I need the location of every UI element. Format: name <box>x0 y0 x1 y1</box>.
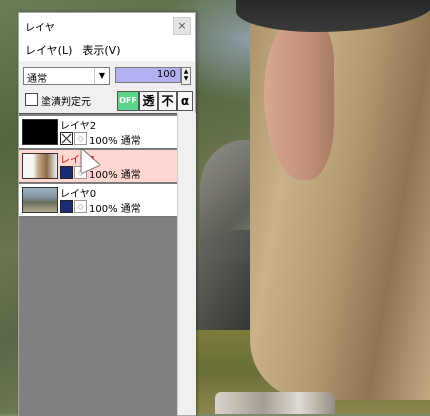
opacity-field[interactable]: 100 <box>115 67 181 83</box>
window-title: レイヤ <box>25 23 55 34</box>
chevron-down-icon[interactable]: ▼ <box>94 68 109 84</box>
menu-layer[interactable]: レイヤ(L) <box>25 42 72 58</box>
layer-name: レイヤ2 <box>60 121 97 132</box>
layer-status: 100% 通常 <box>89 204 141 215</box>
close-button[interactable]: × <box>173 17 191 35</box>
blend-mode-select[interactable]: 通常 ▼ <box>23 67 110 85</box>
title-bar[interactable]: レイヤ × <box>19 13 195 39</box>
menu-view[interactable]: 表示(V) <box>82 42 120 58</box>
layer-list: レイヤ2 ◇ 100% 通常 レイヤ1 ◇ 100% 通常 レイヤ0 ◇ 100… <box>19 113 177 416</box>
visibility-toggle-icon[interactable] <box>60 200 73 213</box>
layer-thumbnail <box>22 153 58 179</box>
layer-row-0[interactable]: レイヤ0 ◇ 100% 通常 <box>19 184 177 217</box>
layer-row-2[interactable]: レイヤ2 ◇ 100% 通常 <box>19 116 177 149</box>
transparency-button[interactable]: 透 <box>139 91 158 111</box>
visibility-toggle-icon[interactable] <box>60 132 73 145</box>
clip-checkbox[interactable] <box>25 93 38 106</box>
layer-thumbnail <box>22 119 58 145</box>
blend-mode-value: 通常 <box>27 74 47 85</box>
layer-toolbar: 通常 ▼ 100 ▲ ▼ <box>23 67 191 85</box>
clip-checkbox-label: 塗潰判定元 <box>41 97 91 108</box>
lock-icon[interactable]: ◇ <box>74 200 87 213</box>
layer-list-scrollbar[interactable] <box>177 113 196 415</box>
menu-bar: レイヤ(L) 表示(V) <box>19 39 195 61</box>
layer-status: 100% 通常 <box>89 136 141 147</box>
alpha-button[interactable]: α <box>177 91 193 111</box>
layer-row-1[interactable]: レイヤ1 ◇ 100% 通常 <box>19 150 177 183</box>
layer-name: レイヤ0 <box>60 189 97 200</box>
layer-status: 100% 通常 <box>89 170 141 181</box>
layer-window: レイヤ × レイヤ(L) 表示(V) 通常 ▼ 100 ▲ ▼ 塗潰判定元 OFF… <box>18 12 196 416</box>
layer-thumbnail <box>22 187 58 213</box>
opacity-value: 100 <box>156 69 176 80</box>
opaque-button[interactable]: 不 <box>158 91 177 111</box>
foreground-rocks <box>215 392 335 414</box>
off-button[interactable]: OFF <box>117 91 139 111</box>
lock-icon[interactable]: ◇ <box>74 132 87 145</box>
opacity-spinner[interactable]: ▲ ▼ <box>181 67 191 85</box>
visibility-toggle-icon[interactable] <box>60 166 73 179</box>
layer-options: 塗潰判定元 OFF 透 不 α <box>23 91 193 111</box>
